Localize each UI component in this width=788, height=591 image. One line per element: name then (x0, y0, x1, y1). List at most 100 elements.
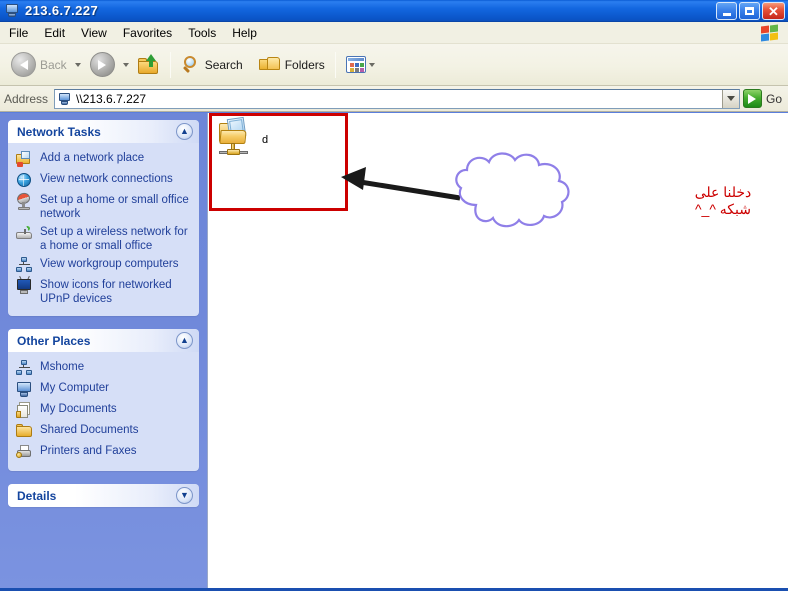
sidebar-item-label: My Documents (40, 403, 117, 415)
sidebar-item-mshome[interactable]: Mshome (12, 358, 195, 379)
cloud-callout-annotation (455, 152, 570, 228)
menu-bar: File Edit View Favorites Tools Help (0, 22, 788, 44)
sidebar-item-my-documents[interactable]: My Documents (12, 400, 195, 421)
back-button[interactable]: Back (6, 48, 72, 82)
task-sidebar: Network Tasks ▲ Add a network place View… (0, 113, 207, 588)
panel-other-places: Other Places ▲ Mshome My Computer My Doc… (8, 329, 199, 471)
panel-network-tasks-header[interactable]: Network Tasks ▲ (8, 120, 199, 143)
sidebar-item-setup-home-network[interactable]: Set up a home or small office network (12, 191, 195, 223)
shared-folder-icon (218, 116, 254, 160)
sidebar-item-add-network-place[interactable]: Add a network place (12, 149, 195, 170)
menu-item-favorites[interactable]: Favorites (116, 24, 179, 42)
sidebar-item-view-network-connections[interactable]: View network connections (12, 170, 195, 191)
menu-item-tools[interactable]: Tools (181, 24, 223, 42)
close-icon: ✕ (768, 3, 779, 19)
address-input[interactable]: \\213.6.7.227 (54, 88, 740, 109)
sidebar-item-view-workgroup-computers[interactable]: View workgroup computers (12, 255, 195, 276)
sidebar-item-label: View workgroup computers (40, 258, 179, 270)
folders-button[interactable]: Folders (254, 48, 330, 82)
address-dropdown-button[interactable] (721, 89, 739, 108)
annotation-overlay (341, 152, 570, 228)
sidebar-item-label: View network connections (40, 173, 173, 185)
callout-text-line-1: دخلنا على (694, 184, 752, 200)
address-label: Address (4, 91, 49, 106)
sidebar-item-label: Mshome (40, 361, 85, 373)
file-item-d[interactable]: d (218, 116, 338, 162)
panel-other-places-body: Mshome My Computer My Documents Shared D… (8, 352, 199, 471)
sidebar-item-label: Add a network place (40, 152, 145, 164)
search-button[interactable]: Search (176, 48, 248, 82)
computer-icon (58, 92, 72, 106)
sidebar-item-label: Set up a home or small office network (40, 194, 189, 220)
window-controls: ✕ (716, 2, 785, 20)
window-title: 213.6.7.227 (25, 3, 99, 18)
sidebar-item-setup-wireless-network[interactable]: Set up a wireless network for a home or … (12, 223, 195, 255)
menu-item-view[interactable]: View (74, 24, 114, 42)
go-button-label: Go (765, 91, 782, 106)
panel-network-tasks: Network Tasks ▲ Add a network place View… (8, 120, 199, 316)
explorer-window: 213.6.7.227 ✕ File Edit View Favorites T… (0, 0, 788, 591)
close-button[interactable]: ✕ (762, 2, 785, 20)
sidebar-item-show-upnp-devices[interactable]: Show icons for networked UPnP devices (12, 275, 195, 308)
toolbar-separator-2 (334, 51, 336, 78)
menu-item-help[interactable]: Help (225, 24, 264, 42)
sidebar-item-label: My Computer (40, 382, 110, 394)
sidebar-item-label: Set up a wireless network for a home or … (40, 226, 188, 252)
sidebar-item-my-computer[interactable]: My Computer (12, 379, 195, 400)
computer-icon (4, 3, 20, 19)
chevron-up-icon[interactable]: ▲ (176, 123, 193, 140)
maximize-button[interactable] (739, 2, 760, 20)
folder-icon (16, 423, 33, 440)
forward-button[interactable] (85, 48, 120, 82)
file-item-label: d (262, 134, 269, 146)
minimize-button[interactable] (716, 2, 737, 20)
callout-text: دخلنا على شبكه ^_^ (663, 184, 783, 218)
back-history-caret-icon[interactable] (74, 62, 81, 67)
chevron-down-icon (726, 96, 735, 101)
file-list-area[interactable]: d دخلنا على شبكه ^_^ (207, 113, 788, 588)
views-icon (345, 56, 366, 73)
globe-icon (16, 172, 33, 189)
menu-item-edit[interactable]: Edit (37, 24, 72, 42)
chevron-down-icon[interactable]: ▼ (176, 487, 193, 504)
address-value: \\213.6.7.227 (76, 91, 147, 106)
panel-other-places-title: Other Places (17, 333, 91, 348)
sidebar-item-label: Show icons for networked UPnP devices (40, 279, 172, 305)
wireless-router-icon (16, 225, 33, 242)
search-icon (181, 55, 201, 75)
panel-network-tasks-title: Network Tasks (17, 124, 101, 139)
search-button-label: Search (204, 57, 243, 72)
up-button[interactable] (133, 48, 165, 82)
upnp-monitor-icon (16, 275, 33, 295)
network-place-icon (16, 151, 33, 168)
workgroup-icon (16, 257, 33, 274)
title-bar: 213.6.7.227 ✕ (0, 0, 788, 22)
forward-history-caret-icon[interactable] (122, 62, 129, 67)
go-button[interactable]: Go (740, 89, 788, 108)
address-bar: Address \\213.6.7.227 Go (0, 86, 788, 112)
sidebar-item-shared-documents[interactable]: Shared Documents (12, 421, 195, 442)
panel-other-places-header[interactable]: Other Places ▲ (8, 329, 199, 352)
chevron-up-icon[interactable]: ▲ (176, 332, 193, 349)
views-caret-icon[interactable] (368, 62, 375, 67)
window-body: Network Tasks ▲ Add a network place View… (0, 113, 788, 588)
toolbar-separator (169, 51, 171, 78)
menu-item-file[interactable]: File (2, 24, 35, 42)
up-folder-icon (137, 53, 160, 75)
sidebar-item-label: Printers and Faxes (40, 445, 137, 457)
computer-icon (16, 381, 33, 398)
satellite-dish-icon (15, 191, 33, 210)
back-button-label: Back (40, 57, 67, 72)
arrow-annotation (341, 167, 461, 201)
sidebar-item-printers-and-faxes[interactable]: Printers and Faxes (12, 442, 195, 463)
windows-flag-icon (760, 24, 780, 42)
sidebar-item-label: Shared Documents (40, 424, 139, 436)
printer-icon (16, 444, 33, 461)
panel-details: Details ▼ (8, 484, 199, 507)
folders-icon (258, 56, 281, 74)
folders-button-label: Folders (284, 57, 325, 72)
panel-details-header[interactable]: Details ▼ (8, 484, 199, 507)
workgroup-icon (16, 360, 33, 377)
views-button[interactable] (341, 48, 384, 82)
documents-icon (16, 402, 33, 419)
